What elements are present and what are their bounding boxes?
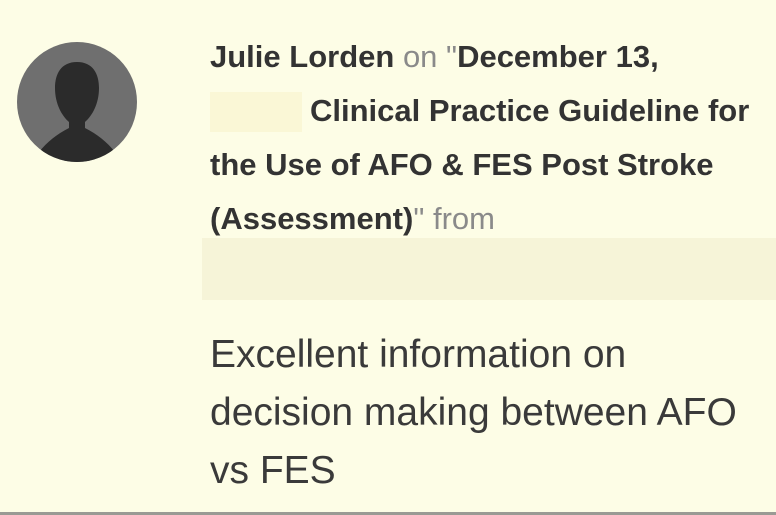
comment-body: Excellent information on decision making… (210, 333, 737, 492)
article-date[interactable]: December 13, (457, 39, 659, 74)
author-name[interactable]: Julie Lorden (210, 39, 394, 74)
comment-item: Julie Lorden on "December 13, Clinical P… (0, 0, 776, 512)
redacted-area (210, 92, 302, 132)
quote-close: " (413, 201, 425, 236)
user-avatar[interactable] (17, 42, 137, 162)
quote-open: " (446, 39, 458, 74)
user-silhouette-icon (39, 62, 115, 162)
redacted-source (202, 238, 776, 300)
from-label: from (432, 201, 495, 236)
on-label: on (402, 39, 438, 74)
comment-header: Julie Lorden on "December 13, Clinical P… (210, 30, 766, 246)
